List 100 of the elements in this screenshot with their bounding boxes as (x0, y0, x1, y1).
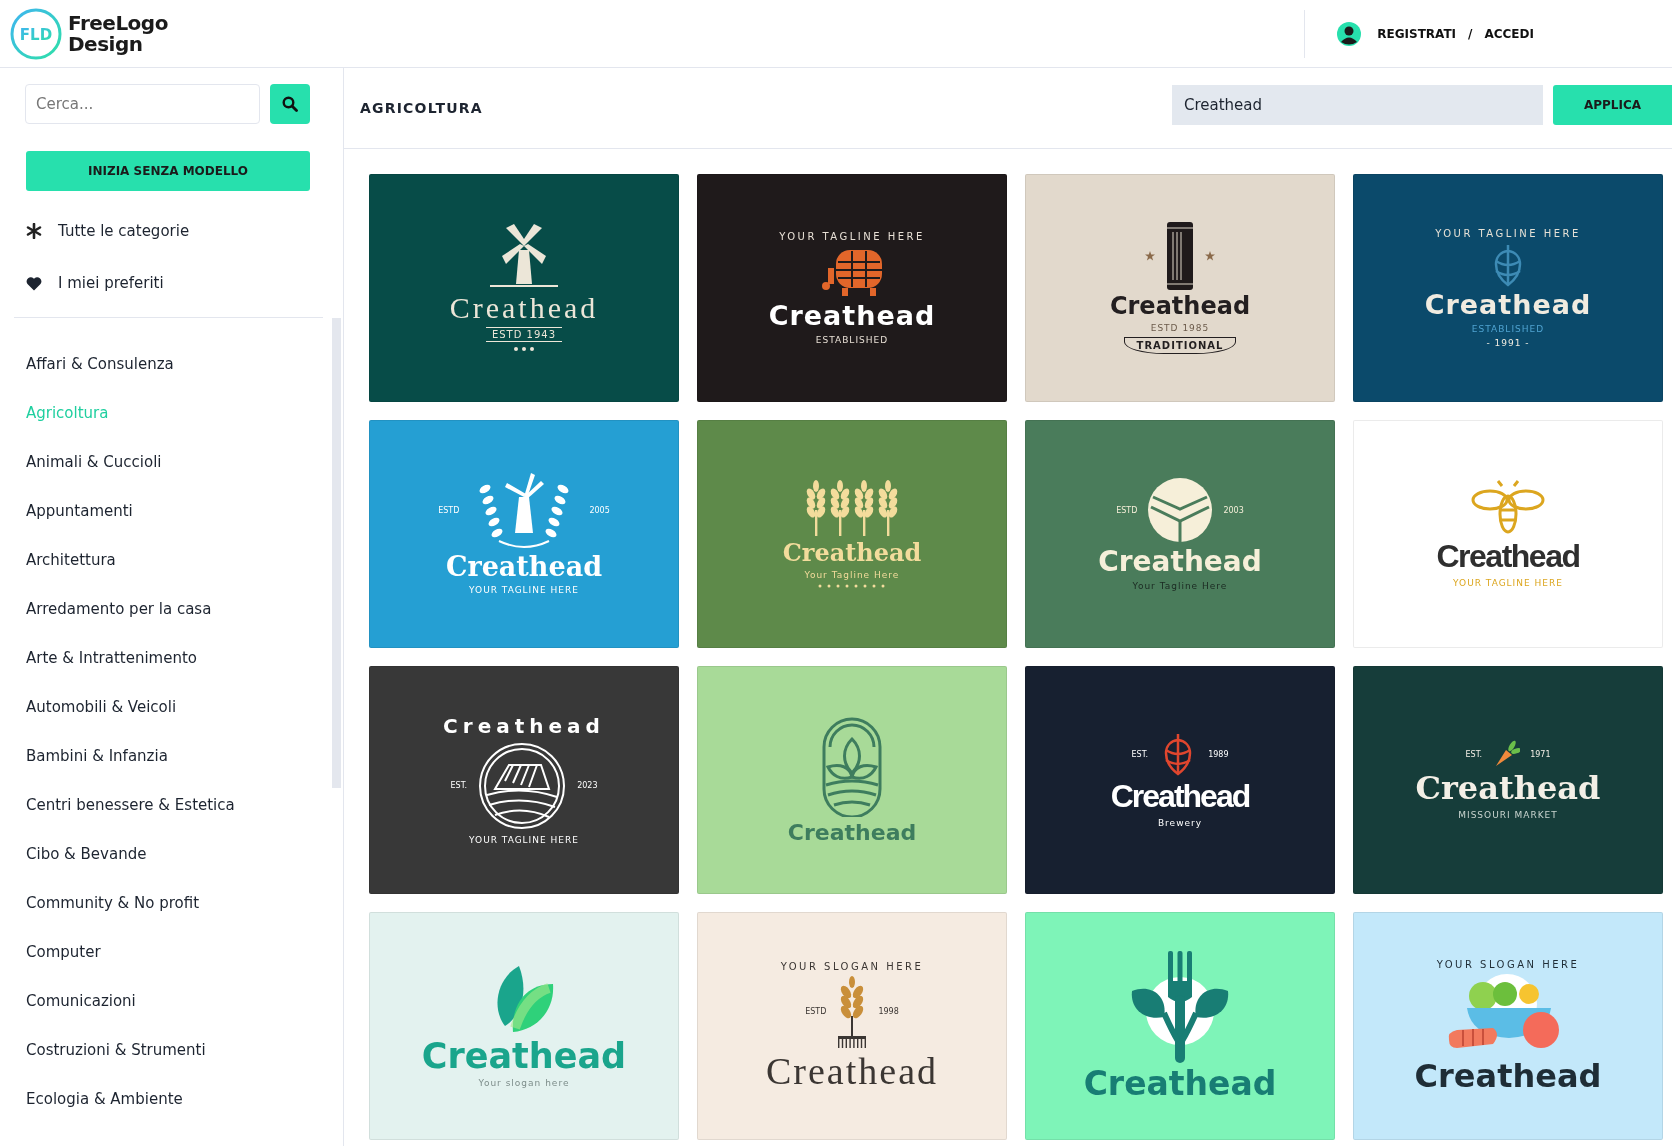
sidebar-link[interactable]: Tutte le categorie (58, 222, 190, 240)
logo-name: Creathead (1110, 780, 1250, 814)
logo-card[interactable]: Creathead EST. 2023 YOUR TAGLINE HERE (369, 666, 679, 894)
logo-name: Creathead (1098, 547, 1262, 577)
logo-tagline: Your slogan here (478, 1078, 570, 1089)
logo-name: Creathead (421, 1037, 627, 1075)
category-link[interactable]: Cibo & Bevande (26, 830, 332, 879)
brand-name: Design (68, 33, 143, 55)
logo-card[interactable]: YOUR SLOGAN HERE Creathead (1353, 912, 1663, 1140)
logo-card[interactable]: EST. 1989 Creathead Brewery (1025, 666, 1335, 894)
stars-icon (513, 346, 535, 353)
scrollbar[interactable] (332, 318, 341, 788)
logo-tagline: Your Tagline Here (1132, 580, 1228, 591)
logo-tagline: MISSOURI MARKET (1458, 809, 1558, 820)
barn-badge-icon (477, 740, 568, 831)
category-link[interactable]: Architettura (26, 536, 332, 585)
category-link[interactable]: Computer (26, 928, 332, 977)
logo-card[interactable]: Creathead ESTD 1985 TRADITIONAL (1025, 174, 1335, 402)
logo-est-label: ESTD (438, 506, 460, 516)
category-link[interactable]: Community & No profit (26, 879, 332, 928)
dots-icon (817, 583, 887, 588)
logo-tagline: YOUR TAGLINE HERE (469, 585, 579, 596)
search-icon (282, 96, 298, 112)
logo-year-label: 1998 (878, 1007, 899, 1017)
logo-card[interactable]: YOUR SLOGAN HERE ESTD 1998 Creathead (697, 912, 1007, 1140)
logo-year-label: 2003 (1223, 505, 1244, 515)
logo-name: Creathead (1415, 772, 1601, 806)
category-link[interactable]: Costruzioni & Strumenti (26, 1026, 332, 1075)
logo-arc-tagline: YOUR TAGLINE HERE (779, 231, 925, 243)
logo-year-label: 2023 (577, 781, 598, 790)
leaf-arch-icon (820, 715, 884, 818)
logo-name: Creathead (1414, 1059, 1602, 1094)
register-link[interactable]: REGISTRATI (1377, 26, 1457, 41)
category-link[interactable]: Ecologia & Ambiente (26, 1075, 332, 1124)
logo-est-label: EST. (1131, 749, 1149, 759)
category-link[interactable]: Animali & Cuccioli (26, 438, 332, 487)
logo-tagline: Your Tagline Here (804, 569, 900, 580)
category-link[interactable]: Affari & Consulenza (26, 340, 332, 389)
user-avatar-icon (1337, 21, 1362, 46)
logo-card[interactable]: Creathead (1025, 912, 1335, 1140)
logo-name: Creathead (768, 302, 936, 331)
logo-name: Creathead (766, 1051, 938, 1092)
logo-year-label: 1989 (1208, 749, 1229, 759)
logo-name: Creathead (445, 552, 602, 582)
logo-card[interactable]: YOUR TAGLINE HERE Creathead ESTABLISHED (697, 174, 1007, 402)
logo-est-label: ESTD (805, 1007, 827, 1017)
logo-name-field[interactable]: Creathead (1172, 85, 1543, 125)
logo-tagline: ESTD 1985 (1150, 323, 1210, 334)
logo-card[interactable]: EST. 1971 Creathead MISSOURI MARKET (1353, 666, 1663, 894)
logo-ribbon: TRADITIONAL (1123, 337, 1237, 355)
category-link[interactable]: Arredamento per la casa (26, 585, 332, 634)
wheat-rake-icon (836, 975, 869, 1048)
logo-tagline: YOUR TAGLINE HERE (469, 834, 579, 845)
logo-tagline: ESTABLISHED (1471, 323, 1545, 334)
start-without-template-button[interactable]: INIZIA SENZA MODELLO (26, 151, 310, 191)
logo-name: Creathead (1109, 293, 1251, 320)
logo-card[interactable]: Creathead ESTD 1943 (369, 174, 679, 402)
logo-est-label: EST. (450, 781, 468, 790)
logo-card[interactable]: Creathead YOUR TAGLINE HERE (1353, 420, 1663, 648)
logo-name: Creathead (1424, 291, 1592, 320)
logo-name: Creathead (1083, 1066, 1277, 1102)
logo-tagline: Brewery (1157, 817, 1203, 828)
field-circle-icon (1147, 477, 1214, 544)
logo-tagline: ESTABLISHED (815, 334, 889, 345)
logo-arc-tagline: YOUR TAGLINE HERE (1435, 228, 1581, 240)
logo-arc-tagline: YOUR SLOGAN HERE (1436, 958, 1580, 970)
category-link[interactable]: Arte & Intrattenimento (26, 634, 332, 683)
logo-tagline: - 1991 - (1486, 337, 1530, 348)
asterisk-icon (26, 223, 42, 239)
logo-established-label: ESTD 1943 (485, 327, 563, 343)
category-link[interactable]: Appuntamenti (26, 487, 332, 536)
star-icon (1205, 250, 1215, 261)
category-link[interactable]: Centri benessere & Estetica (26, 781, 332, 830)
logo-name: Creathead (1436, 540, 1580, 574)
heart-icon (26, 275, 42, 291)
category-title: AGRICOLTURA (360, 100, 483, 116)
logo-tagline: YOUR TAGLINE HERE (1453, 577, 1563, 588)
logo-card[interactable]: ESTD 2003 Creathead Your Tagline Here (1025, 420, 1335, 648)
apply-button[interactable]: APPLICA (1553, 85, 1672, 125)
category-link[interactable]: Automobili & Veicoli (26, 683, 332, 732)
search-button[interactable] (270, 84, 310, 124)
logo-card[interactable]: YOUR TAGLINE HERE Creathead ESTABLISHED - 1991 - (1353, 174, 1663, 402)
category-link[interactable]: Bambini & Infanzia (26, 732, 332, 781)
logo-year-label: 1971 (1530, 749, 1551, 759)
logo-arc-tagline: YOUR SLOGAN HERE (780, 960, 924, 972)
category-link[interactable]: Comunicazioni (26, 977, 332, 1026)
star-icon (1145, 250, 1155, 261)
logo-name: Creathead (449, 291, 599, 324)
sidebar-link[interactable]: I miei preferiti (58, 274, 164, 292)
can-icon (1165, 221, 1195, 290)
login-link[interactable]: ACCEDI (1484, 26, 1534, 41)
logo-name: Creathead (782, 540, 922, 566)
search-field[interactable]: Cerca... (25, 84, 260, 124)
logo-year-label: 2005 (589, 506, 610, 516)
logo-est-label: ESTD (1116, 505, 1138, 515)
logo-est-label: EST. (1465, 749, 1483, 759)
logo-name: Creathead (443, 715, 605, 737)
separator-slash: / (1468, 26, 1473, 41)
logo-name: Creathead (787, 821, 917, 845)
brand-name: FreeLogo (68, 12, 168, 34)
